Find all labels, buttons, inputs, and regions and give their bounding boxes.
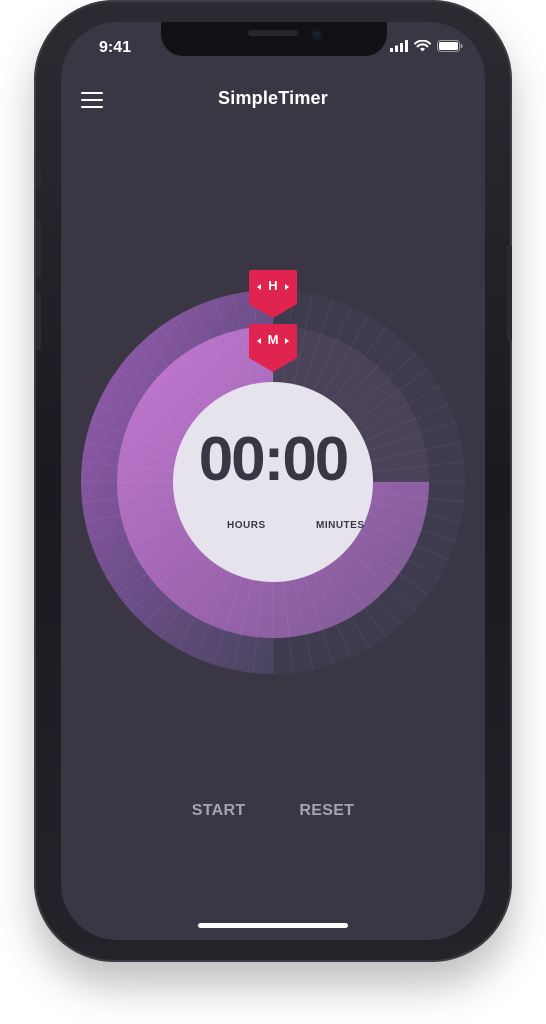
wifi-icon	[414, 40, 431, 52]
speaker	[248, 30, 298, 36]
volume-up-button	[36, 220, 41, 278]
minute-handle[interactable]: M	[249, 324, 297, 372]
timer-readout: 00:00	[198, 425, 350, 494]
status-time: 9:41	[99, 39, 132, 56]
signal-icon	[390, 40, 408, 52]
app-screen: 9:41 SimpleTimer 00:00 HOURS MINUTES H M…	[61, 22, 485, 940]
start-button[interactable]: START	[192, 802, 246, 820]
home-indicator[interactable]	[198, 923, 348, 928]
hours-label: HOURS	[227, 520, 266, 531]
timer-face: 00:00 HOURS MINUTES	[173, 382, 373, 582]
timer-controls: START RESET	[61, 802, 485, 820]
app-title: SimpleTimer	[218, 88, 328, 108]
volume-down-button	[36, 292, 41, 350]
status-icons	[390, 40, 463, 52]
front-camera	[311, 28, 323, 40]
hour-handle[interactable]: H	[249, 270, 297, 318]
mute-switch	[36, 160, 41, 190]
hour-marker-label: H	[268, 278, 278, 293]
minute-marker-label: M	[267, 332, 279, 347]
power-button	[507, 245, 512, 341]
reset-button[interactable]: RESET	[299, 802, 354, 820]
battery-icon	[437, 40, 463, 52]
notch	[161, 22, 387, 56]
timer-dial[interactable]: 00:00 HOURS MINUTES H M	[81, 270, 465, 674]
minutes-label: MINUTES	[316, 520, 365, 531]
